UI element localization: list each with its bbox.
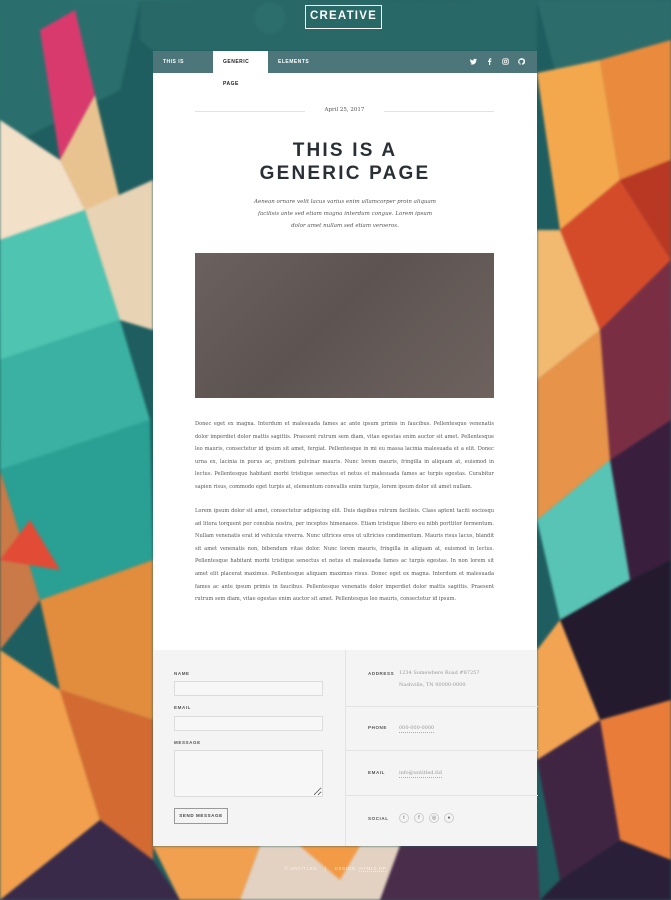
address-row: Address 1234 Somewhere Road #87257 Nashv… [346, 650, 538, 707]
copyright: © Untitled [284, 866, 318, 871]
email-value[interactable]: info@untitled.tld [399, 769, 442, 778]
main-article: April 25, 2017 THIS IS A GENERIC PAGE Ae… [153, 73, 537, 650]
social-icons: t f ◎ ● [399, 813, 454, 823]
facebook-icon[interactable]: f [414, 813, 424, 823]
date-row: April 25, 2017 [195, 106, 494, 116]
github-icon[interactable] [518, 57, 526, 67]
page-title-line1: THIS IS A [292, 140, 398, 161]
top-nav: This is Creative Generic Page Elements R… [153, 51, 537, 87]
social-label: Social [368, 816, 389, 821]
name-label: Name [174, 671, 190, 676]
contact-section: Name Email Message Send Message Address … [153, 650, 538, 846]
instagram-icon[interactable]: ◎ [429, 813, 439, 823]
footer-separator: | [325, 866, 327, 871]
github-icon[interactable]: ● [444, 813, 454, 823]
nav-social-icons [470, 51, 526, 73]
article-paragraph: Lorem ipsum dolor sit amet, consectetur … [195, 508, 494, 603]
address-line2: Nashville, TN 00000-0000 [399, 682, 466, 688]
footer: © Untitled | Design: HTML5 UP [0, 866, 671, 872]
page-subtitle: Aenean ornare velit lacus varius enim ul… [253, 199, 437, 229]
name-field[interactable] [174, 681, 323, 696]
article-paragraph: Donec eget ex magna. Interdum et malesua… [195, 421, 494, 490]
facebook-icon[interactable] [486, 57, 493, 67]
article-image [195, 253, 494, 398]
page-title: THIS IS A GENERIC PAGE [153, 139, 537, 185]
twitter-icon[interactable] [470, 58, 477, 67]
design-credit-label: Design: [334, 866, 358, 871]
social-row: Social t f ◎ ● [346, 795, 538, 846]
contact-info: Address 1234 Somewhere Road #87257 Nashv… [345, 650, 538, 846]
email-label: Email [174, 705, 191, 710]
design-credit-link[interactable]: HTML5 UP [359, 866, 387, 872]
phone-row: Phone 000-000-0000 [346, 706, 538, 751]
tab-generic-page[interactable]: Generic Page [213, 51, 268, 87]
divider [384, 111, 494, 112]
site-logo[interactable]: CREATIVE [305, 5, 382, 29]
phone-label: Phone [368, 725, 388, 730]
email-row: Email info@untitled.tld [346, 750, 538, 796]
address-line1: 1234 Somewhere Road #87257 [399, 670, 480, 676]
address-label: Address [368, 671, 395, 676]
message-label: Message [174, 740, 201, 745]
instagram-icon[interactable] [502, 57, 509, 67]
publish-date: April 25, 2017 [324, 107, 365, 113]
phone-value[interactable]: 000-000-0000 [399, 724, 435, 733]
twitter-icon[interactable]: t [399, 813, 409, 823]
message-field[interactable] [174, 750, 323, 797]
email-field[interactable] [174, 716, 323, 731]
email-info-label: Email [368, 770, 385, 775]
tab-this-is-creative[interactable]: This is Creative [153, 51, 213, 87]
send-message-button[interactable]: Send Message [174, 808, 228, 824]
tab-elements-reference[interactable]: Elements Reference [268, 51, 338, 87]
page-title-line2: GENERIC PAGE [259, 163, 431, 184]
